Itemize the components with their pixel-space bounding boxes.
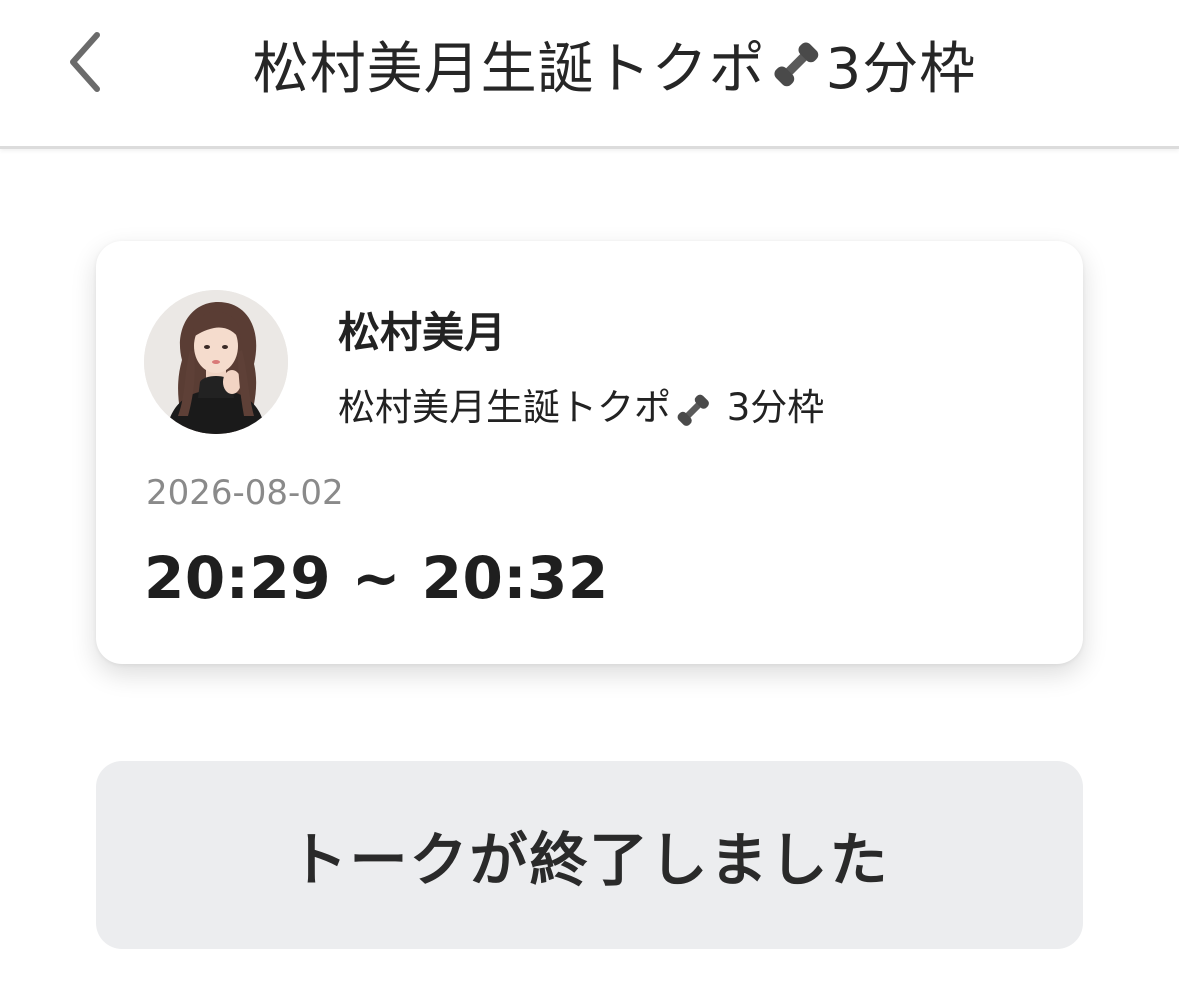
talk-ended-status-button[interactable]: トークが終了しました (96, 761, 1083, 949)
talk-ended-label: トークが終了しました (289, 826, 890, 894)
back-button[interactable] (50, 22, 120, 102)
telephone-receiver-icon (774, 42, 818, 87)
page-title-suffix: 3分枠 (825, 36, 977, 102)
page-title-text: 松村美月生誕トクポ (252, 36, 766, 102)
avatar-photo (144, 290, 288, 434)
event-date: 2026-08-02 (146, 473, 344, 513)
event-title: 松村美月生誕トクポ 3分枠 (338, 377, 824, 431)
telephone-receiver-icon (677, 394, 709, 426)
event-time-range: 20:29 ~ 20:32 (144, 544, 609, 612)
talk-detail-screen: 松村美月生誕トクポ 3分枠 松村美月 松村美月生誕トクポ 3分枠 2026-08… (0, 0, 1179, 990)
page-title: 松村美月生誕トクポ 3分枠 (150, 22, 1079, 106)
event-title-text: 松村美月生誕トクポ (338, 386, 671, 429)
chevron-left-icon (70, 32, 100, 92)
talk-info-card: 松村美月 松村美月生誕トクポ 3分枠 2026-08-02 20:29 ~ 20… (96, 241, 1083, 664)
talent-name: 松村美月 (338, 308, 507, 357)
avatar (144, 290, 288, 434)
app-header: 松村美月生誕トクポ 3分枠 (0, 0, 1179, 149)
event-title-suffix: 3分枠 (715, 386, 825, 429)
